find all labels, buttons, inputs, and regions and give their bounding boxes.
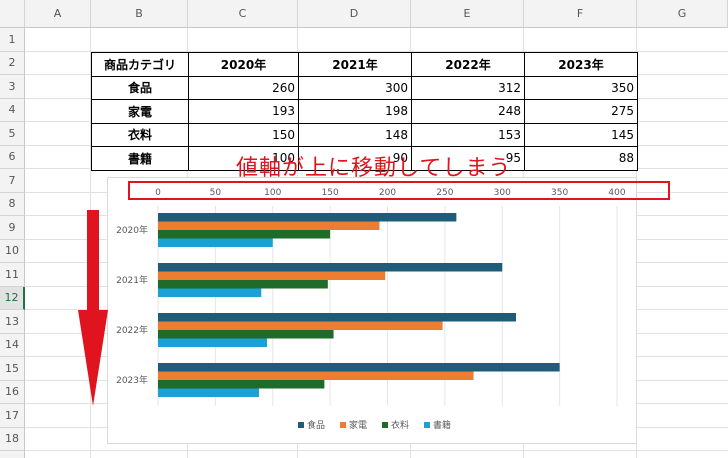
table-value-cell[interactable]: 275 (524, 99, 638, 124)
column-header-B[interactable]: B (91, 0, 188, 28)
row-header-3[interactable]: 3 (0, 75, 25, 99)
legend-label: 食品 (307, 419, 325, 431)
column-header-C[interactable]: C (188, 0, 298, 28)
y-category-label: 2022年 (116, 324, 148, 336)
table-header-cell[interactable]: 2022年 (411, 52, 525, 77)
bar-衣料-2020年 (158, 230, 331, 239)
row-header-8[interactable]: 8 (0, 192, 25, 216)
column-header-F[interactable]: F (524, 0, 637, 28)
table-header-cell[interactable]: 商品カテゴリ (91, 52, 189, 77)
bar-食品-2022年 (158, 313, 517, 322)
table-value-cell[interactable]: 148 (298, 122, 412, 147)
legend-label: 衣料 (391, 419, 409, 431)
bar-食品-2023年 (158, 363, 560, 372)
row-header-2[interactable]: 2 (0, 51, 25, 75)
bar-書籍-2023年 (158, 388, 259, 397)
bar-書籍-2022年 (158, 338, 268, 347)
table-category-cell[interactable]: 家電 (91, 99, 189, 124)
y-category-label: 2023年 (116, 374, 148, 386)
row-header-14[interactable]: 14 (0, 333, 25, 357)
select-all-corner[interactable] (0, 0, 25, 28)
table-value-cell[interactable]: 150 (188, 122, 299, 147)
column-header-A[interactable]: A (25, 0, 91, 28)
table-header-cell[interactable]: 2023年 (524, 52, 638, 77)
bar-家電-2020年 (158, 221, 380, 230)
table-category-cell[interactable]: 食品 (91, 75, 189, 100)
column-header-E[interactable]: E (411, 0, 524, 28)
row-header-11[interactable]: 11 (0, 263, 25, 287)
table-category-cell[interactable]: 書籍 (91, 146, 189, 171)
bar-食品-2020年 (158, 213, 457, 222)
legend-swatch (424, 422, 430, 428)
y-category-label: 2021年 (116, 274, 148, 286)
table-value-cell[interactable]: 88 (524, 146, 638, 171)
down-arrow-icon (78, 210, 108, 406)
bar-家電-2021年 (158, 271, 386, 280)
table-value-cell[interactable]: 145 (524, 122, 638, 147)
row-header-17[interactable]: 17 (0, 404, 25, 428)
bar-家電-2022年 (158, 321, 443, 330)
table-value-cell[interactable]: 198 (298, 99, 412, 124)
row-header-10[interactable]: 10 (0, 239, 25, 263)
table-value-cell[interactable]: 248 (411, 99, 525, 124)
table-value-cell[interactable]: 350 (524, 75, 638, 100)
row-gridline (25, 450, 728, 451)
table-value-cell[interactable]: 260 (188, 75, 299, 100)
table-value-cell[interactable]: 193 (188, 99, 299, 124)
bar-chart[interactable]: 0 50 100 150 200 250 300 350 400 2020年 2021年 2022年 2… (107, 177, 637, 444)
bar-衣料-2022年 (158, 330, 334, 339)
bar-衣料-2021年 (158, 280, 328, 289)
table-value-cell[interactable]: 153 (411, 122, 525, 147)
row-header-4[interactable]: 4 (0, 98, 25, 122)
table-value-cell[interactable]: 312 (411, 75, 525, 100)
chart-svg: 0 50 100 150 200 250 300 350 4002020年2021年2022年2… (116, 188, 626, 431)
row-header-12[interactable]: 12 (0, 286, 25, 310)
column-header-D[interactable]: D (298, 0, 411, 28)
row-header-1[interactable]: 1 (0, 28, 25, 52)
bar-衣料-2023年 (158, 380, 325, 389)
row-header-16[interactable]: 16 (0, 380, 25, 404)
y-category-label: 2020年 (116, 224, 148, 236)
row-header-9[interactable]: 9 (0, 216, 25, 240)
table-value-cell[interactable]: 300 (298, 75, 412, 100)
bar-書籍-2021年 (158, 288, 262, 297)
legend-swatch (340, 422, 346, 428)
legend-label: 書籍 (433, 419, 451, 431)
value-axis-highlight-box (128, 181, 670, 200)
bar-書籍-2020年 (158, 238, 273, 247)
legend-label: 家電 (349, 419, 367, 431)
row-header-15[interactable]: 15 (0, 357, 25, 381)
row-header-7[interactable]: 7 (0, 169, 25, 193)
table-header-cell[interactable]: 2020年 (188, 52, 299, 77)
row-header-5[interactable]: 5 (0, 122, 25, 146)
legend-swatch (298, 422, 304, 428)
annotation-text: 値軸が上に移動してしまう (236, 156, 512, 181)
column-header-G[interactable]: G (637, 0, 728, 28)
legend-swatch (382, 422, 388, 428)
table-category-cell[interactable]: 衣料 (91, 122, 189, 147)
bar-家電-2023年 (158, 371, 474, 380)
table-header-cell[interactable]: 2021年 (298, 52, 412, 77)
row-header-6[interactable]: 6 (0, 145, 25, 169)
row-header-19[interactable]: 19 (0, 451, 25, 458)
bar-食品-2021年 (158, 263, 503, 272)
row-header-13[interactable]: 13 (0, 310, 25, 334)
row-header-18[interactable]: 18 (0, 427, 25, 451)
